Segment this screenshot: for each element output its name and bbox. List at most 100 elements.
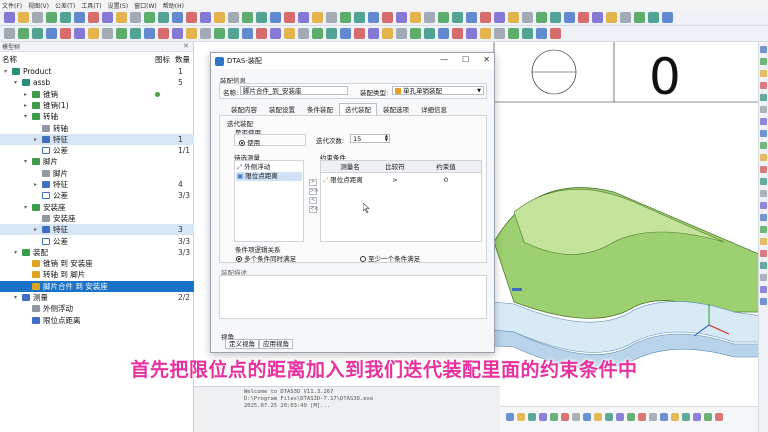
side-toolbar-icon[interactable] <box>760 94 767 101</box>
toolbar-icon[interactable] <box>32 28 43 39</box>
assembly-name-field[interactable]: 脚片合件_到_安装座 <box>240 86 348 95</box>
bottom-toolbar-icon[interactable] <box>572 413 580 421</box>
minimize-button[interactable]: — <box>440 55 448 64</box>
toolbar-icon[interactable] <box>74 28 85 39</box>
side-toolbar-icon[interactable] <box>760 46 767 53</box>
toolbar-icon[interactable] <box>172 28 183 39</box>
bottom-toolbar-icon[interactable] <box>528 413 536 421</box>
bottom-toolbar-icon[interactable] <box>605 413 613 421</box>
menu-item[interactable]: 公差(T) <box>55 1 75 10</box>
toolbar-icon[interactable] <box>4 28 15 39</box>
list-item[interactable]: ▣ 限位点距离 <box>236 172 302 181</box>
bottom-toolbar-icon[interactable] <box>638 413 646 421</box>
move-all-right-button[interactable]: >> <box>309 188 318 195</box>
assembly-type-select[interactable]: 单孔单销装配 ▼ <box>392 86 484 95</box>
toolbar-icon[interactable] <box>116 28 127 39</box>
expand-toggle-icon[interactable]: ▾ <box>24 111 27 122</box>
toolbar-icon[interactable] <box>214 12 225 23</box>
bottom-toolbar-icon[interactable] <box>671 413 679 421</box>
tree-item[interactable]: 外侧浮动 <box>0 303 194 314</box>
toolbar-icon[interactable] <box>116 12 127 23</box>
toolbar-icon[interactable] <box>648 12 659 23</box>
toolbar-icon[interactable] <box>424 12 435 23</box>
side-toolbar-icon[interactable] <box>760 142 767 149</box>
expand-toggle-icon[interactable]: ▾ <box>14 292 17 303</box>
description-field[interactable] <box>219 275 487 319</box>
move-left-button[interactable]: < <box>309 197 317 204</box>
menu-item[interactable]: 设置(S) <box>108 1 129 10</box>
row-constraint-value[interactable]: 0 <box>411 175 481 186</box>
menu-item[interactable]: 视图(V) <box>28 1 49 10</box>
menu-item[interactable]: 帮助(H) <box>163 1 184 10</box>
toolbar-icon[interactable] <box>592 12 603 23</box>
toolbar-icon[interactable] <box>550 12 561 23</box>
tree-item[interactable]: 限位点距离 <box>0 315 194 326</box>
list-item[interactable]: ⤢ 外侧浮动 <box>237 163 270 172</box>
toolbar-icon[interactable] <box>298 28 309 39</box>
toolbar-icon[interactable] <box>536 28 547 39</box>
toolbar-icon[interactable] <box>340 28 351 39</box>
toolbar-icon[interactable] <box>18 28 29 39</box>
toolbar-icon[interactable] <box>480 12 491 23</box>
toolbar-icon[interactable] <box>466 12 477 23</box>
toolbar-icon[interactable] <box>46 12 57 23</box>
toolbar-icon[interactable] <box>32 12 43 23</box>
toolbar-icon[interactable] <box>368 12 379 23</box>
tab-1[interactable]: 装配设置 <box>263 103 301 115</box>
toolbar-icon[interactable] <box>466 28 477 39</box>
menu-item[interactable]: 文件(F) <box>2 1 22 10</box>
tree-item[interactable]: ▸ 锥销(1) <box>0 100 194 111</box>
toolbar-icon[interactable] <box>438 28 449 39</box>
bottom-toolbar-icon[interactable] <box>715 413 723 421</box>
menu-item[interactable]: 窗口(W) <box>134 1 157 10</box>
row-comparator[interactable]: > <box>379 175 411 186</box>
toolbar-icon[interactable] <box>200 28 211 39</box>
toolbar-icon[interactable] <box>172 12 183 23</box>
toolbar-icon[interactable] <box>522 12 533 23</box>
tab-0[interactable]: 装配内容 <box>225 103 263 115</box>
tree-item[interactable]: ▾ 测量 2/2 <box>0 292 194 303</box>
tree-item[interactable]: ▾ 脚片 <box>0 156 194 167</box>
bottom-toolbar-icon[interactable] <box>682 413 690 421</box>
tree-item[interactable]: 转轴 到 脚片 <box>0 269 194 280</box>
toolbar-icon[interactable] <box>424 28 435 39</box>
toolbar-icon[interactable] <box>200 12 211 23</box>
toolbar-icon[interactable] <box>186 28 197 39</box>
close-button[interactable]: ✕ <box>483 55 490 64</box>
toolbar-icon[interactable] <box>550 28 561 39</box>
tree-item[interactable]: 公差 3/3 <box>0 190 194 201</box>
side-toolbar-icon[interactable] <box>760 286 767 293</box>
toolbar-icon[interactable] <box>270 28 281 39</box>
side-toolbar-icon[interactable] <box>760 202 767 209</box>
toolbar-icon[interactable] <box>508 12 519 23</box>
toolbar-icon[interactable] <box>242 12 253 23</box>
toolbar-icon[interactable] <box>60 28 71 39</box>
expand-toggle-icon[interactable]: ▸ <box>24 100 27 111</box>
expand-toggle-icon[interactable]: ▸ <box>24 89 27 100</box>
tree-item[interactable]: 转轴 <box>0 123 194 134</box>
expand-toggle-icon[interactable]: ▾ <box>4 66 7 77</box>
define-view-button[interactable]: 定义视角 <box>225 339 259 349</box>
menu-item[interactable]: 工具(T) <box>81 1 101 10</box>
bottom-toolbar-icon[interactable] <box>594 413 602 421</box>
toolbar-icon[interactable] <box>256 12 267 23</box>
toolbar-icon[interactable] <box>410 28 421 39</box>
toolbar-icon[interactable] <box>438 12 449 23</box>
stepper-arrows-icon[interactable]: ▲ ▼ <box>385 134 388 142</box>
side-toolbar-icon[interactable] <box>760 118 767 125</box>
side-toolbar-icon[interactable] <box>760 214 767 221</box>
tree-item[interactable]: ▾ 转轴 <box>0 111 194 122</box>
toolbar-icon[interactable] <box>536 12 547 23</box>
toolbar-icon[interactable] <box>144 28 155 39</box>
toolbar-icon[interactable] <box>312 28 323 39</box>
toolbar-icon[interactable] <box>452 12 463 23</box>
toolbar-icon[interactable] <box>144 12 155 23</box>
toolbar-icon[interactable] <box>228 12 239 23</box>
tab-2[interactable]: 条件装配 <box>301 103 339 115</box>
side-toolbar-icon[interactable] <box>760 82 767 89</box>
toolbar-icon[interactable] <box>312 12 323 23</box>
move-all-left-button[interactable]: << <box>309 206 318 213</box>
side-toolbar-icon[interactable] <box>760 238 767 245</box>
side-toolbar-icon[interactable] <box>760 70 767 77</box>
bottom-toolbar-icon[interactable] <box>627 413 635 421</box>
